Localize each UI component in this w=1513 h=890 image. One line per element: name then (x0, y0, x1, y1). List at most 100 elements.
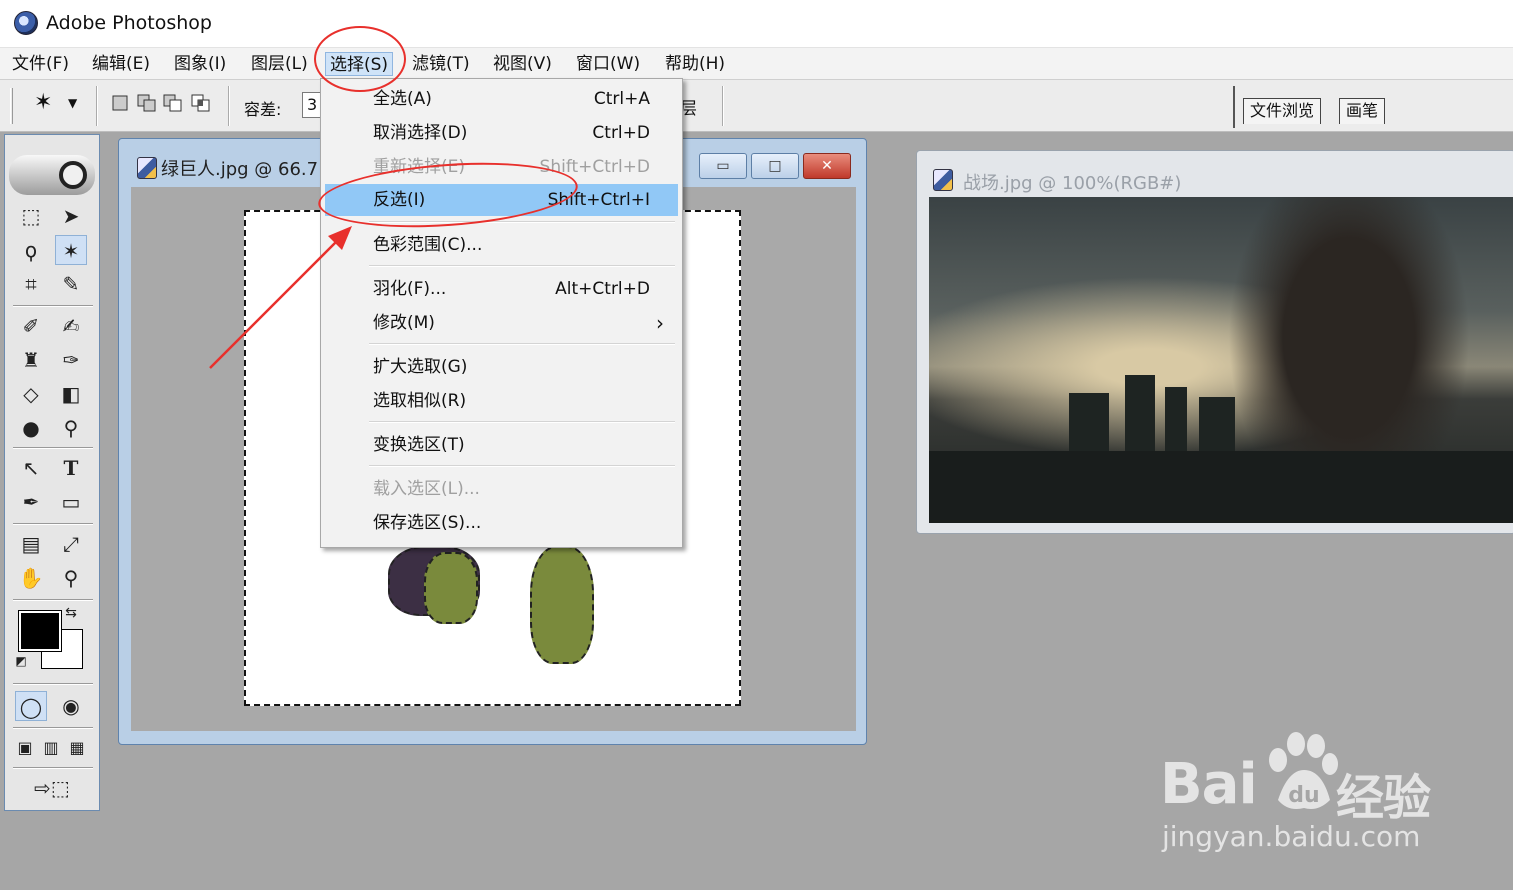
lasso-tool-icon[interactable]: ϙ (15, 235, 47, 265)
toolbox: ⬚ ➤ ϙ ✶ ⌗ ✎ ✐ ✍ ♜ ✑ ◇ ◧ ● ⚲ ↖ T ✒ ▭ ▤ ⤢ … (4, 134, 100, 811)
document-icon (933, 169, 953, 191)
svg-text:du: du (1288, 783, 1319, 808)
chevron-down-icon[interactable]: ▼ (68, 92, 90, 114)
clone-stamp-icon[interactable]: ♜ (15, 345, 47, 375)
standard-mode-icon[interactable]: ◯ (15, 691, 47, 721)
healing-brush-icon[interactable]: ✐ (15, 311, 47, 341)
zoom-tool-icon[interactable]: ⚲ (55, 563, 87, 593)
jump-to-imageready-icon[interactable]: ⇨⬚ (17, 773, 87, 803)
document-window-battlefield[interactable]: 战场.jpg @ 100%(RGB#) (916, 150, 1513, 534)
building (1165, 387, 1187, 451)
intersect-selection-icon[interactable] (190, 92, 212, 114)
menu-separator (369, 343, 675, 345)
watermark-brand-suffix: 经验 (1336, 770, 1431, 826)
brush-tool-icon[interactable]: ✍ (55, 311, 87, 341)
default-colors-icon[interactable]: ◩ (13, 653, 29, 669)
dodge-tool-icon[interactable]: ⚲ (55, 413, 87, 443)
menu-item-color-range[interactable]: 色彩范围(C)... (325, 229, 678, 261)
photoshop-app-icon (14, 11, 38, 35)
toolbox-divider (13, 727, 93, 729)
title-bar: Adobe Photoshop (0, 0, 1513, 48)
baidu-paw-icon: du (1269, 732, 1338, 809)
menu-view[interactable]: 视图(V) (489, 52, 556, 76)
subtract-from-selection-icon[interactable] (162, 92, 184, 114)
menu-window[interactable]: 窗口(W) (572, 52, 644, 76)
tab-brushes[interactable]: 画笔 (1339, 98, 1386, 124)
close-button[interactable]: ✕ (803, 153, 851, 179)
minimize-button[interactable]: ▭ (699, 153, 747, 179)
menu-edit[interactable]: 编辑(E) (88, 52, 154, 76)
menu-filter[interactable]: 滤镜(T) (408, 52, 474, 76)
hulk-right-foot (530, 546, 594, 664)
maximize-button[interactable]: □ (751, 153, 799, 179)
menu-item-load-selection[interactable]: 载入选区(L)... (325, 473, 678, 505)
magic-wand-tool-icon[interactable]: ✶ (55, 235, 87, 265)
add-to-selection-icon[interactable] (136, 92, 158, 114)
marquee-tool-icon[interactable]: ⬚ (15, 201, 47, 231)
options-bar-grip[interactable] (10, 88, 13, 124)
gradient-tool-icon[interactable]: ◧ (55, 379, 87, 409)
hand-tool-icon[interactable]: ✋ (15, 563, 47, 593)
annotation-circle-select-menu (314, 26, 406, 92)
crop-tool-icon[interactable]: ⌗ (15, 269, 47, 299)
menu-file[interactable]: 文件(F) (8, 52, 73, 76)
menu-item-label: 载入选区(L)... (373, 479, 480, 499)
menu-layer[interactable]: 图层(L) (247, 52, 312, 76)
menu-item-shortcut: Ctrl+D (592, 123, 650, 143)
select-menu-dropdown: 全选(A) Ctrl+A 取消选择(D) Ctrl+D 重新选择(E) Shif… (320, 78, 683, 548)
document-title: 战场.jpg @ 100%(RGB#) (963, 173, 1182, 194)
menu-separator (369, 265, 675, 267)
history-brush-icon[interactable]: ✑ (55, 345, 87, 375)
menu-item-modify[interactable]: 修改(M) › (325, 307, 678, 339)
separator (228, 86, 230, 126)
menu-image[interactable]: 图象(I) (170, 52, 230, 76)
toolbox-divider (13, 683, 93, 685)
menu-item-label: 取消选择(D) (373, 123, 468, 143)
slice-tool-icon[interactable]: ✎ (55, 269, 87, 299)
menu-item-save-selection[interactable]: 保存选区(S)... (325, 507, 678, 539)
menu-item-transform-selection[interactable]: 变换选区(T) (325, 429, 678, 461)
menu-item-label: 修改(M) (373, 313, 435, 333)
document-icon (137, 157, 157, 179)
menu-item-label: 保存选区(S)... (373, 513, 482, 533)
tab-file-browser[interactable]: 文件浏览 (1243, 98, 1322, 124)
swap-colors-icon[interactable]: ⇆ (61, 603, 81, 623)
menu-item-grow[interactable]: 扩大选取(G) (325, 351, 678, 383)
menu-item-label: 变换选区(T) (373, 435, 465, 455)
path-selection-icon[interactable]: ↖ (15, 453, 47, 483)
move-tool-icon[interactable]: ➤ (55, 201, 87, 231)
separator (96, 86, 98, 126)
eye-icon (59, 161, 87, 189)
hulk-left-foot (424, 552, 478, 624)
menu-item-feather[interactable]: 羽化(F)... Alt+Ctrl+D (325, 273, 678, 305)
eyedropper-tool-icon[interactable]: ⤢ (55, 529, 87, 559)
toolbox-divider (13, 523, 93, 525)
toolbox-divider (13, 599, 93, 601)
quick-mask-mode-icon[interactable]: ◉ (55, 691, 87, 721)
toolbox-divider (13, 305, 93, 307)
foreground-color-swatch[interactable] (18, 610, 62, 652)
tolerance-input[interactable]: 3 (302, 92, 322, 118)
watermark-url: jingyan.baidu.com (1162, 820, 1421, 853)
toolbox-header-logo[interactable] (9, 155, 95, 195)
building (1125, 375, 1155, 451)
blur-tool-icon[interactable]: ● (15, 413, 47, 443)
annotation-arrow (209, 226, 352, 369)
magic-wand-preset-icon[interactable]: ✶ (34, 92, 56, 114)
full-screen-mode-icon[interactable]: ▦ (61, 733, 93, 763)
menu-help[interactable]: 帮助(H) (661, 52, 729, 76)
eraser-tool-icon[interactable]: ◇ (15, 379, 47, 409)
document-title: 绿巨人.jpg @ 66.7 (161, 159, 319, 180)
toolbox-divider (13, 447, 93, 449)
notes-tool-icon[interactable]: ▤ (15, 529, 47, 559)
shape-tool-icon[interactable]: ▭ (55, 487, 87, 517)
menu-separator (369, 465, 675, 467)
menu-item-similar[interactable]: 选取相似(R) (325, 385, 678, 417)
building (1199, 397, 1235, 451)
pen-tool-icon[interactable]: ✒ (15, 487, 47, 517)
menu-bar: 文件(F) 编辑(E) 图象(I) 图层(L) 选择(S) 滤镜(T) 视图(V… (0, 48, 1513, 80)
menu-item-label: 扩大选取(G) (373, 357, 468, 377)
menu-item-deselect[interactable]: 取消选择(D) Ctrl+D (325, 117, 678, 149)
type-tool-icon[interactable]: T (55, 453, 87, 483)
new-selection-icon[interactable] (110, 92, 132, 114)
